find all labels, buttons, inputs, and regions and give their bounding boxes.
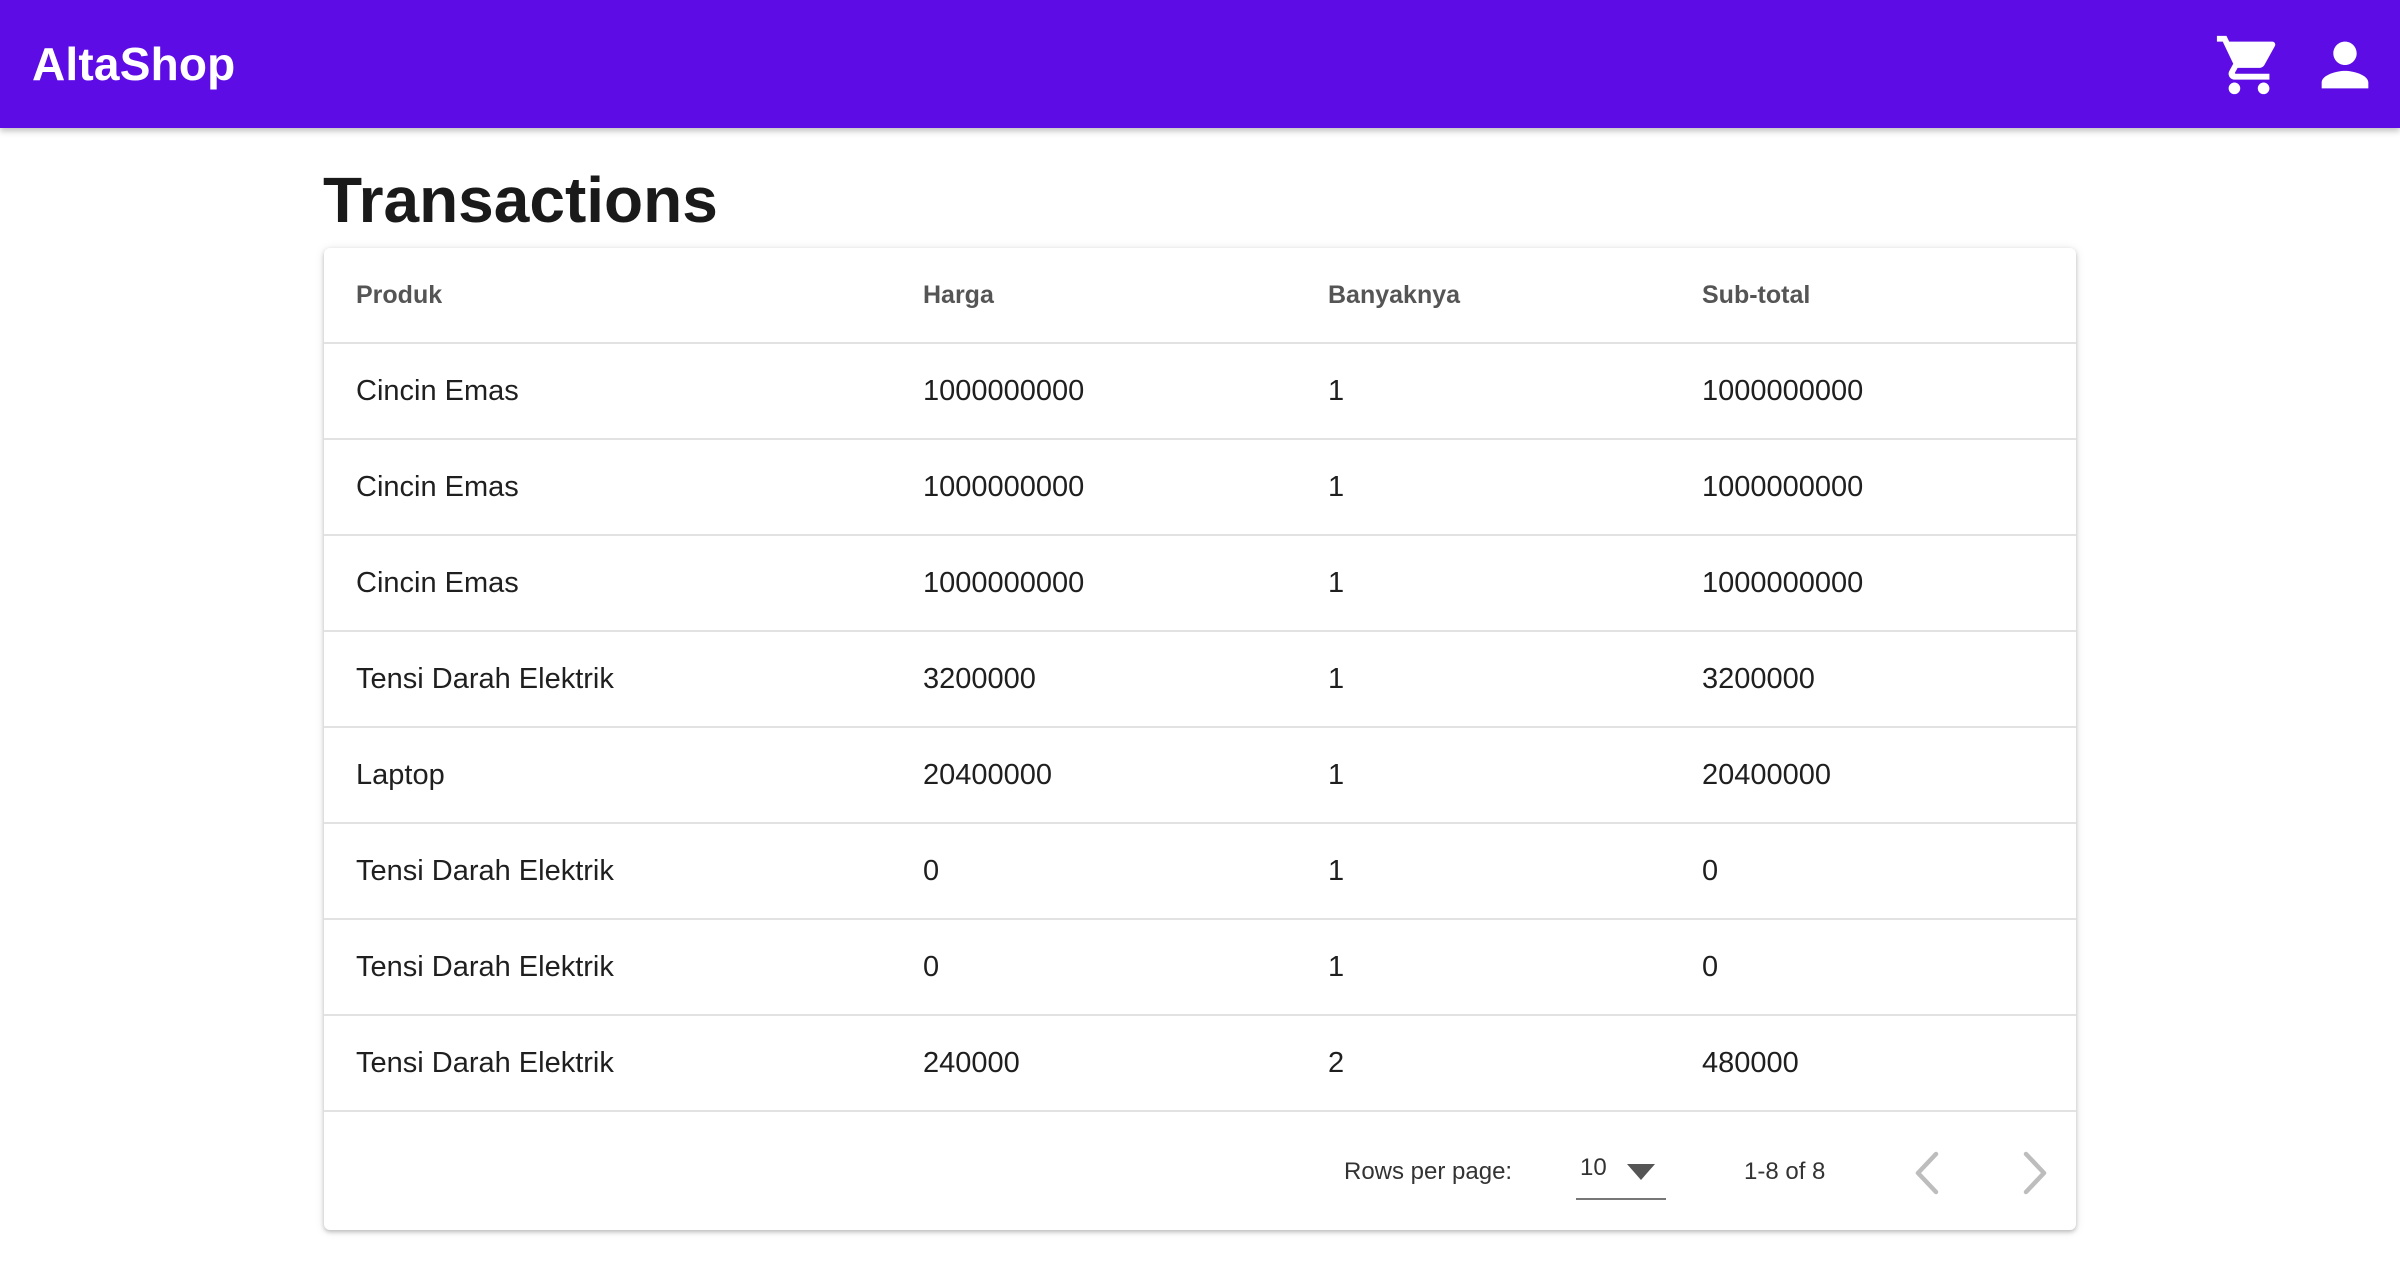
- cell-produk: Cincin Emas: [324, 535, 891, 632]
- dropdown-caret-icon: [1624, 1158, 1658, 1184]
- column-header-harga[interactable]: Harga: [891, 248, 1296, 344]
- cell-produk: Tensi Darah Elektrik: [324, 919, 891, 1016]
- table-row[interactable]: Tensi Darah Elektrik 0 1 0: [324, 919, 2076, 1016]
- column-header-produk[interactable]: Produk: [324, 248, 891, 344]
- cell-sub-total: 1000000000: [1670, 439, 2076, 536]
- cell-harga: 240000: [891, 1015, 1296, 1112]
- previous-page-button[interactable]: [1904, 1148, 1954, 1198]
- cell-sub-total: 3200000: [1670, 631, 2076, 728]
- rows-per-page-label: Rows per page:: [1344, 1158, 1513, 1185]
- table-pagination: Rows per page: 10 1-8 of 8: [324, 1114, 2076, 1230]
- page-title: Transactions: [323, 164, 718, 236]
- table-row[interactable]: Cincin Emas 1000000000 1 1000000000: [324, 535, 2076, 632]
- cell-produk: Tensi Darah Elektrik: [324, 1015, 891, 1112]
- cell-sub-total: 0: [1670, 919, 2076, 1016]
- cell-harga: 0: [891, 919, 1296, 1016]
- table-row[interactable]: Cincin Emas 1000000000 1 1000000000: [324, 343, 2076, 440]
- transactions-table: Produk Harga Banyaknya Sub-total Cincin …: [324, 248, 2076, 1112]
- cell-banyaknya: 1: [1296, 823, 1670, 920]
- next-page-button[interactable]: [2008, 1148, 2058, 1198]
- chevron-right-icon: [2023, 1151, 2047, 1195]
- column-header-banyaknya[interactable]: Banyaknya: [1296, 248, 1670, 344]
- cell-sub-total: 20400000: [1670, 727, 2076, 824]
- cell-produk: Tensi Darah Elektrik: [324, 823, 891, 920]
- cell-banyaknya: 1: [1296, 631, 1670, 728]
- cell-produk: Cincin Emas: [324, 439, 891, 536]
- cell-produk: Tensi Darah Elektrik: [324, 631, 891, 728]
- cell-banyaknya: 1: [1296, 343, 1670, 440]
- brand-logo[interactable]: AltaShop: [32, 0, 235, 128]
- cell-sub-total: 1000000000: [1670, 343, 2076, 440]
- cell-harga: 1000000000: [891, 343, 1296, 440]
- cell-produk: Laptop: [324, 727, 891, 824]
- cell-harga: 1000000000: [891, 535, 1296, 632]
- cell-sub-total: 1000000000: [1670, 535, 2076, 632]
- rows-per-page-value: 10: [1580, 1154, 1607, 1181]
- table-row[interactable]: Tensi Darah Elektrik 3200000 1 3200000: [324, 631, 2076, 728]
- cell-banyaknya: 2: [1296, 1015, 1670, 1112]
- app-bar: AltaShop: [0, 0, 2400, 128]
- table-row[interactable]: Tensi Darah Elektrik 0 1 0: [324, 823, 2076, 920]
- cell-harga: 0: [891, 823, 1296, 920]
- cell-sub-total: 0: [1670, 823, 2076, 920]
- cell-harga: 20400000: [891, 727, 1296, 824]
- table-row[interactable]: Cincin Emas 1000000000 1 1000000000: [324, 439, 2076, 536]
- cell-banyaknya: 1: [1296, 727, 1670, 824]
- cell-banyaknya: 1: [1296, 919, 1670, 1016]
- pagination-range: 1-8 of 8: [1744, 1158, 1826, 1185]
- table-row[interactable]: Laptop 20400000 1 20400000: [324, 727, 2076, 824]
- cell-produk: Cincin Emas: [324, 343, 891, 440]
- table-header-row: Produk Harga Banyaknya Sub-total: [324, 248, 2076, 344]
- shopping-cart-icon[interactable]: [2214, 30, 2284, 100]
- account-icon[interactable]: [2310, 30, 2380, 100]
- transactions-table-card: Produk Harga Banyaknya Sub-total Cincin …: [324, 248, 2076, 1230]
- cell-harga: 1000000000: [891, 439, 1296, 536]
- cell-harga: 3200000: [891, 631, 1296, 728]
- rows-per-page-select[interactable]: 10: [1576, 1146, 1666, 1200]
- chevron-left-icon: [1915, 1151, 1939, 1195]
- column-header-sub-total[interactable]: Sub-total: [1670, 248, 2076, 344]
- cell-banyaknya: 1: [1296, 535, 1670, 632]
- table-row[interactable]: Tensi Darah Elektrik 240000 2 480000: [324, 1015, 2076, 1112]
- cell-banyaknya: 1: [1296, 439, 1670, 536]
- cell-sub-total: 480000: [1670, 1015, 2076, 1112]
